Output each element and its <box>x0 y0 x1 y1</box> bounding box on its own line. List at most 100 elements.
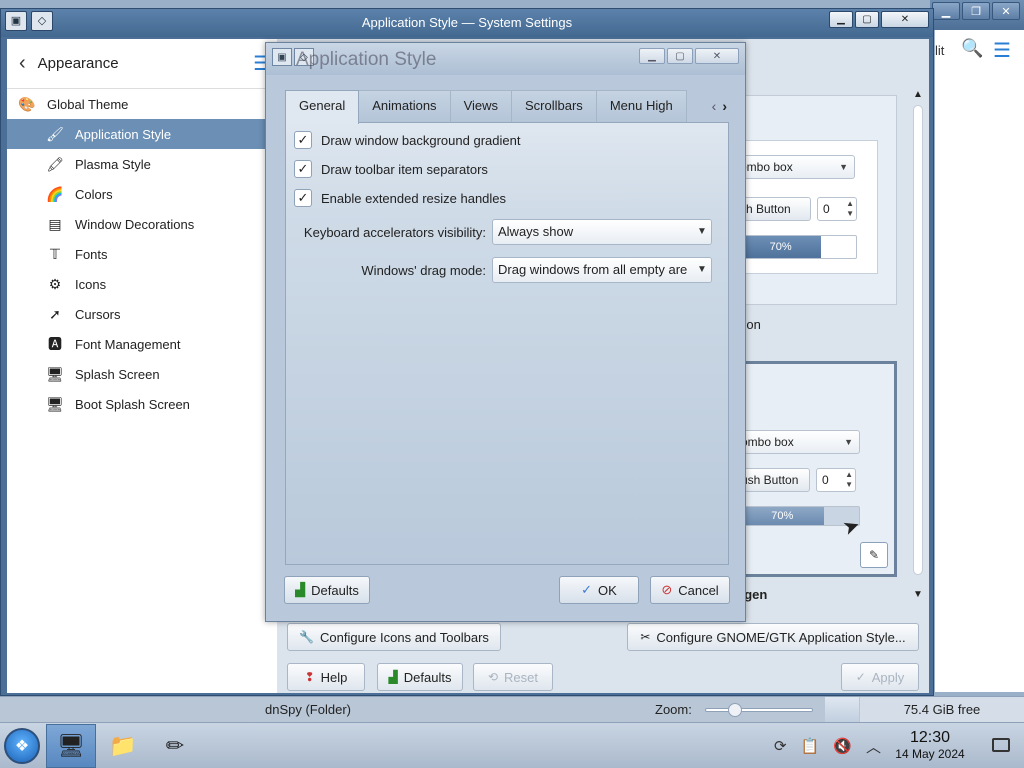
dialog-defaults-button[interactable]: ▟ Defaults <box>284 576 370 604</box>
ok-button[interactable]: ✓ OK <box>559 576 639 604</box>
color-picker-button[interactable]: ✎ <box>860 542 888 568</box>
tray-expand-icon[interactable]: ︿ <box>866 736 881 757</box>
dialog-title: Application Style <box>296 49 437 70</box>
sidebar-item-window-decorations[interactable]: ▤ Window Decorations <box>7 209 277 239</box>
sidebar-item-boot-splash-screen[interactable]: 🖥 Boot Splash Screen <box>7 389 277 419</box>
sidebar-item-font-management[interactable]: 🅰 Font Management <box>7 329 277 359</box>
clipboard-icon[interactable]: 📋 <box>801 737 820 755</box>
minimize-button[interactable]: ▁ <box>829 11 853 28</box>
back-arrow-icon[interactable]: ‹ <box>19 52 26 75</box>
folder-status[interactable]: dnSpy (Folder) <box>265 702 351 717</box>
sidebar-item-application-style[interactable]: 🖌 Application Style <box>7 119 277 149</box>
defaults-button[interactable]: ▟ Defaults <box>377 663 463 691</box>
dialog-maximize-button[interactable]: ▢ <box>667 48 693 64</box>
chevron-down-icon: ▼ <box>693 220 711 244</box>
content-scrollbar[interactable]: ▲ ▼ <box>911 89 925 609</box>
button-label: Cancel <box>678 582 719 598</box>
sidebar-item-colors[interactable]: 🌈 Colors <box>7 179 277 209</box>
checkbox-background-gradient[interactable]: ✓ <box>294 131 312 149</box>
tab-scroll-right-icon[interactable]: › <box>722 98 727 114</box>
close-button[interactable]: ✕ <box>881 11 929 28</box>
scroll-up-icon[interactable]: ▲ <box>913 89 923 100</box>
tab-general[interactable]: General <box>285 90 360 124</box>
info-bar: dnSpy (Folder) Zoom: 75.4 GiB free <box>0 696 1024 723</box>
volume-muted-icon[interactable]: 🔇 <box>833 737 852 755</box>
button-label: Configure GNOME/GTK Application Style... <box>656 629 906 645</box>
scroll-down-icon[interactable]: ▼ <box>913 589 923 600</box>
help-button[interactable]: ❢ Help <box>287 663 365 691</box>
sidebar-item-splash-screen[interactable]: 🖥 Splash Screen <box>7 359 277 389</box>
drag-mode-select[interactable]: Drag windows from all empty are ▼ <box>492 257 712 283</box>
sidebar-item-fonts[interactable]: 𝕋 Fonts <box>7 239 277 269</box>
sidebar-item-global-theme[interactable]: 🎨 Global Theme <box>7 89 277 119</box>
preview-widgets: ombo box ▼ ush Button 0 ▲ ▼ 70% <box>740 414 890 544</box>
sidebar-title: Appearance <box>37 55 119 72</box>
checkbox-row-toolbar-separators[interactable]: ✓ Draw toolbar item separators <box>294 160 488 178</box>
preview-push-label: ush Button <box>741 473 799 487</box>
cancel-icon: ⊘ <box>661 582 673 597</box>
start-button[interactable]: ❖ <box>4 728 40 764</box>
taskbar-file-manager[interactable]: 📁 <box>98 724 148 768</box>
sidebar-item-label: Application Style <box>75 126 172 142</box>
tab-scrollbars[interactable]: Scrollbars <box>511 90 597 122</box>
preview-push-label: sh Button <box>740 202 791 216</box>
style-preview-card[interactable]: ombo box ▼ sh Button 0 ▲ ▼ 70% <box>737 95 897 305</box>
app-menu-icon[interactable]: ▣ <box>5 11 27 31</box>
dialog-app-icon[interactable]: ▣ <box>272 48 292 66</box>
dialog-minimize-button[interactable]: ▁ <box>639 48 665 64</box>
checkbox-toolbar-separators[interactable]: ✓ <box>294 160 312 178</box>
application-style-icon: 🖌 <box>46 125 64 142</box>
button-label: Reset <box>504 669 539 685</box>
disk-icon <box>825 697 859 723</box>
button-label: Help <box>320 669 348 685</box>
taskbar-editor[interactable]: ✏ <box>150 724 200 768</box>
background-minimize-button[interactable]: ▁ <box>932 2 960 20</box>
zoom-label: Zoom: <box>655 702 692 717</box>
editor-icon: ✏ <box>165 733 185 758</box>
background-partial-label: lit <box>935 43 945 58</box>
fonts-icon: 𝕋 <box>50 245 60 262</box>
tab-views[interactable]: Views <box>449 90 513 122</box>
sidebar-item-cursors[interactable]: ➚ Cursors <box>7 299 277 329</box>
background-window-content: lit 🔍 ☰ <box>935 30 1024 692</box>
preview-push-button: sh Button <box>739 197 811 221</box>
tab-scroll-left-icon[interactable]: ‹ <box>712 98 717 114</box>
tab-menu-highlight[interactable]: Menu High <box>595 90 687 122</box>
reset-button[interactable]: ⟲ Reset <box>473 663 553 691</box>
sidebar-item-icons[interactable]: ⚙ Icons <box>7 269 277 299</box>
show-desktop-icon[interactable] <box>992 738 1010 752</box>
search-icon[interactable]: 🔍 <box>961 38 983 59</box>
style-preview-card-selected[interactable]: ombo box ▼ ush Button 0 ▲ ▼ 70% ✎ <box>737 361 897 577</box>
apply-button[interactable]: ✓ Apply <box>841 663 919 691</box>
zoom-slider[interactable] <box>705 703 813 717</box>
configure-icons-toolbars-button[interactable]: 🔧 Configure Icons and Toolbars <box>287 623 501 651</box>
sidebar-item-plasma-style[interactable]: 🖍 Plasma Style <box>7 149 277 179</box>
background-restore-button[interactable]: ❐ <box>962 2 990 20</box>
checkbox-resize-handles[interactable]: ✓ <box>294 189 312 207</box>
scrollbar-track[interactable] <box>913 105 923 575</box>
tab-animations[interactable]: Animations <box>358 90 451 122</box>
clock[interactable]: 12:30 14 May 2024 <box>880 729 980 761</box>
boot-splash-screen-icon: 🖥 <box>46 395 64 412</box>
pin-icon[interactable]: ◇ <box>31 11 53 31</box>
apply-check-icon: ✓ <box>855 670 866 684</box>
window-titlebar: ▣ ◇ Application Style — System Settings … <box>1 9 933 37</box>
clock-date: 14 May 2024 <box>895 747 965 761</box>
configure-gtk-style-button[interactable]: ✂ Configure GNOME/GTK Application Style.… <box>627 623 919 651</box>
system-settings-icon: 🖥 <box>57 733 85 758</box>
zoom-slider-handle[interactable] <box>728 703 742 717</box>
preview-spin-value: 0 <box>823 202 830 216</box>
dialog-close-button[interactable]: ✕ <box>695 48 739 64</box>
updates-icon[interactable]: ⟳ <box>774 737 787 755</box>
button-label: Defaults <box>311 582 359 598</box>
checkbox-row-resize-handles[interactable]: ✓ Enable extended resize handles <box>294 189 506 207</box>
maximize-button[interactable]: ▢ <box>855 11 879 28</box>
icons-icon: ⚙ <box>48 275 62 292</box>
taskbar-system-settings[interactable]: 🖥 <box>46 724 96 768</box>
checkbox-row-background-gradient[interactable]: ✓ Draw window background gradient <box>294 131 520 149</box>
keyboard-accelerators-select[interactable]: Always show ▼ <box>492 219 712 245</box>
hamburger-menu-icon[interactable]: ☰ <box>993 38 1011 63</box>
checkbox-label: Draw window background gradient <box>321 132 521 148</box>
background-close-button[interactable]: ✕ <box>992 2 1020 20</box>
cancel-button[interactable]: ⊘ Cancel <box>650 576 730 604</box>
